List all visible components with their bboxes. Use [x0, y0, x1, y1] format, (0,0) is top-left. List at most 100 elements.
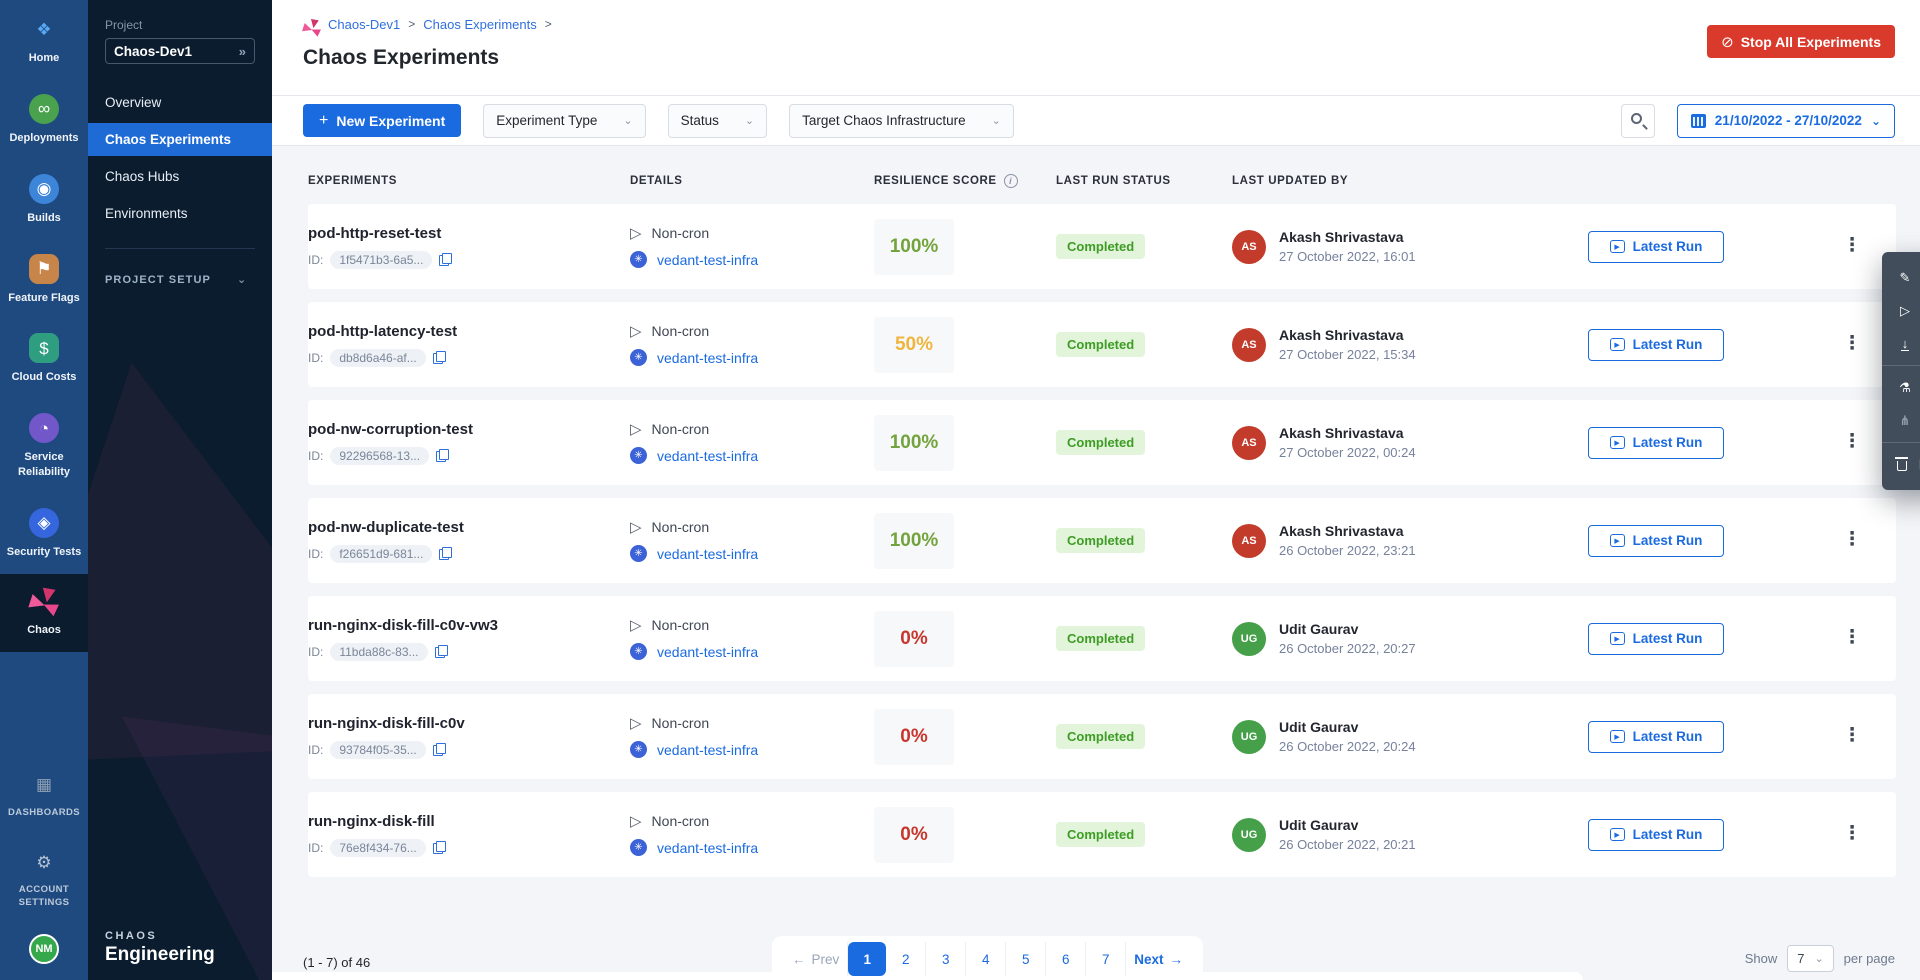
divider	[105, 248, 255, 249]
page-size-select[interactable]: 7 ⌄	[1787, 945, 1833, 972]
copy-icon[interactable]	[433, 841, 444, 854]
experiment-name[interactable]: pod-nw-duplicate-test	[308, 519, 630, 536]
resilience-score: 100%	[874, 219, 954, 275]
rail-item-label: Cloud Costs	[12, 370, 77, 385]
copy-icon[interactable]	[433, 743, 444, 756]
infrastructure-link[interactable]: vedant-test-infra	[657, 546, 758, 562]
rail-item-deployments[interactable]: ∞Deployments	[0, 80, 88, 160]
project-selector[interactable]: Chaos-Dev1 »	[105, 38, 255, 64]
experiments-table: EXPERIMENTSDETAILSRESILIENCE SCOREiLAST …	[272, 146, 1920, 980]
experiment-row: run-nginx-disk-fillID:76e8f434-76...▷Non…	[308, 792, 1896, 877]
feature-flags-icon: ⚑	[29, 254, 59, 284]
page-button-1[interactable]: 1	[848, 942, 886, 976]
stop-icon: ⊘	[1721, 33, 1734, 51]
infrastructure-link[interactable]: vedant-test-infra	[657, 252, 758, 268]
updated-at: 27 October 2022, 16:01	[1279, 249, 1416, 264]
latest-run-button[interactable]: ▶Latest Run	[1588, 623, 1724, 655]
infrastructure-link[interactable]: vedant-test-infra	[657, 644, 758, 660]
rail-item-chaos[interactable]: Chaos	[0, 574, 88, 652]
rail-item-dashboards[interactable]: ▦DASHBOARDS	[0, 756, 88, 834]
search-button[interactable]	[1621, 104, 1655, 138]
project-setup-toggle[interactable]: PROJECT SETUP ⌄	[105, 273, 255, 286]
infrastructure-link[interactable]: vedant-test-infra	[657, 840, 758, 856]
latest-run-button[interactable]: ▶Latest Run	[1588, 525, 1724, 557]
page-button-5[interactable]: 5	[1006, 942, 1046, 976]
experiment-name[interactable]: pod-http-reset-test	[308, 225, 630, 242]
prev-page-button[interactable]: ←Prev	[784, 942, 848, 976]
row-menu-button[interactable]: ⋮	[1808, 535, 1896, 545]
latest-run-button[interactable]: ▶Latest Run	[1588, 819, 1724, 851]
breadcrumb-separator: >	[408, 17, 415, 31]
menu-item-edit-experiment[interactable]: Edit Experiment	[1882, 261, 1920, 294]
filter-status[interactable]: Status⌄	[668, 104, 768, 138]
sidebar-item-overview[interactable]: Overview	[88, 86, 272, 119]
menu-item-download-experiment[interactable]: Download Experiment	[1882, 327, 1920, 360]
row-menu-button[interactable]: ⋮	[1808, 731, 1896, 741]
kubernetes-icon: ✳	[630, 741, 647, 758]
copy-icon[interactable]	[436, 449, 447, 462]
page-button-4[interactable]: 4	[966, 942, 1006, 976]
copy-icon[interactable]	[439, 547, 450, 560]
experiment-name[interactable]: run-nginx-disk-fill-c0v-vw3	[308, 617, 630, 634]
breadcrumb-link[interactable]: Chaos-Dev1	[328, 17, 400, 32]
copy-icon[interactable]	[439, 253, 450, 266]
row-menu-button[interactable]: ⋮	[1808, 829, 1896, 839]
expand-project-icon[interactable]: »	[239, 44, 246, 59]
experiment-name[interactable]: pod-http-latency-test	[308, 323, 630, 340]
latest-run-button[interactable]: ▶Latest Run	[1588, 329, 1724, 361]
infrastructure-link[interactable]: vedant-test-infra	[657, 742, 758, 758]
page-button-6[interactable]: 6	[1046, 942, 1086, 976]
breadcrumb-separator: >	[545, 17, 552, 31]
run-view-icon: ▶	[1610, 436, 1625, 449]
updated-by-name: Udit Gaurav	[1279, 621, 1416, 637]
infrastructure-link[interactable]: vedant-test-infra	[657, 350, 758, 366]
rail-item-builds[interactable]: ◉Builds	[0, 160, 88, 240]
date-range-picker[interactable]: 21/10/2022 - 27/10/2022 ⌄	[1677, 104, 1895, 138]
copy-icon[interactable]	[433, 351, 444, 364]
infrastructure-link[interactable]: vedant-test-infra	[657, 448, 758, 464]
latest-run-button[interactable]: ▶Latest Run	[1588, 427, 1724, 459]
sidebar-item-environments[interactable]: Environments	[88, 197, 272, 230]
row-menu-button[interactable]: ⋮	[1808, 633, 1896, 643]
page-button-2[interactable]: 2	[886, 942, 926, 976]
chevron-down-icon: ⌄	[992, 114, 1001, 127]
chevron-down-icon: ⌄	[745, 114, 754, 127]
next-page-button[interactable]: Next→	[1126, 942, 1191, 976]
column-header-details: DETAILS	[630, 175, 874, 187]
rail-item-feature-flags[interactable]: ⚑Feature Flags	[0, 240, 88, 320]
filter-target-chaos-infrastructure[interactable]: Target Chaos Infrastructure⌄	[789, 104, 1014, 138]
menu-item-delete-experiment[interactable]: Delete Experiment	[1882, 448, 1920, 481]
rail-item-account-settings[interactable]: ⚙ACCOUNT SETTINGS	[0, 833, 88, 924]
rail-item-security-tests[interactable]: ◈Security Tests	[0, 494, 88, 574]
page-button-7[interactable]: 7	[1086, 942, 1126, 976]
rail-item-label: Builds	[27, 211, 61, 226]
copy-icon[interactable]	[435, 645, 446, 658]
experiment-id: 93784f05-35...	[330, 741, 425, 759]
menu-item-add-to-chaos-hub[interactable]: Add to Chaos Hub	[1882, 371, 1920, 404]
latest-run-button[interactable]: ▶Latest Run	[1588, 721, 1724, 753]
experiment-name[interactable]: pod-nw-corruption-test	[308, 421, 630, 438]
experiment-name[interactable]: run-nginx-disk-fill	[308, 813, 630, 830]
page-header: Chaos-Dev1>Chaos Experiments> Chaos Expe…	[272, 0, 1920, 96]
experiment-id: 11bda88c-83...	[330, 643, 427, 661]
rail-item-service-reliability[interactable]: ◔Service Reliability	[0, 399, 88, 494]
stop-all-experiments-button[interactable]: ⊘ Stop All Experiments	[1707, 25, 1895, 58]
page-button-3[interactable]: 3	[926, 942, 966, 976]
user-avatar[interactable]: NM	[29, 934, 59, 964]
breadcrumb-link[interactable]: Chaos Experiments	[423, 17, 536, 32]
new-experiment-button[interactable]: + New Experiment	[303, 104, 461, 137]
security-tests-icon: ◈	[29, 508, 59, 538]
menu-item-run-experiment[interactable]: Run Experiment	[1882, 294, 1920, 327]
rail-item-home[interactable]: ❖Home	[0, 0, 88, 80]
per-page-label: per page	[1844, 951, 1895, 966]
latest-run-button[interactable]: ▶Latest Run	[1588, 231, 1724, 263]
info-icon[interactable]: i	[1004, 174, 1018, 188]
filter-experiment-type[interactable]: Experiment Type⌄	[483, 104, 645, 138]
experiment-name[interactable]: run-nginx-disk-fill-c0v	[308, 715, 630, 732]
sidebar-item-chaos-experiments[interactable]: Chaos Experiments	[88, 123, 272, 156]
sidebar-item-chaos-hubs[interactable]: Chaos Hubs	[88, 160, 272, 193]
id-label: ID:	[308, 743, 323, 757]
rail-item-cloud-costs[interactable]: $Cloud Costs	[0, 319, 88, 399]
row-menu-button[interactable]: ⋮	[1808, 241, 1896, 251]
status-badge: Completed	[1056, 528, 1145, 553]
